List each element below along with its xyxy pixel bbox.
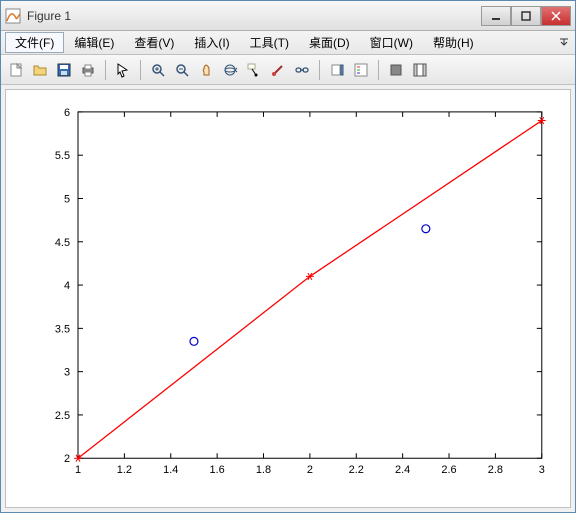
menu-desktop[interactable]: 桌面(D) — [299, 32, 360, 53]
svg-text:3: 3 — [64, 367, 70, 379]
svg-text:1.8: 1.8 — [256, 464, 271, 476]
svg-text:1.4: 1.4 — [163, 464, 178, 476]
svg-text:6: 6 — [64, 107, 70, 119]
print-button[interactable] — [77, 59, 99, 81]
link-data-button[interactable] — [291, 59, 313, 81]
close-button[interactable] — [541, 6, 571, 26]
svg-text:1: 1 — [75, 464, 81, 476]
insert-legend-button[interactable] — [350, 59, 372, 81]
window-title: Figure 1 — [27, 9, 481, 23]
svg-text:1.2: 1.2 — [117, 464, 132, 476]
svg-text:3: 3 — [539, 464, 545, 476]
edit-plot-button[interactable] — [112, 59, 134, 81]
zoom-in-button[interactable] — [147, 59, 169, 81]
axes[interactable]: 1 1.2 1.4 1.6 1.8 2 2.2 2.4 2.6 2.8 3 2 2.5 3 3.5 4 4.5 5… — [6, 90, 570, 507]
save-button[interactable] — [53, 59, 75, 81]
menu-edit[interactable]: 编辑(E) — [64, 32, 124, 53]
svg-text:2.5: 2.5 — [55, 410, 70, 422]
svg-text:4.5: 4.5 — [55, 237, 70, 249]
menu-file[interactable]: 文件(F) — [5, 32, 64, 53]
show-plot-tools-button[interactable] — [409, 59, 431, 81]
svg-text:2: 2 — [307, 464, 313, 476]
insert-colorbar-button[interactable] — [326, 59, 348, 81]
svg-text:2.8: 2.8 — [488, 464, 503, 476]
menu-tools[interactable]: 工具(T) — [240, 32, 299, 53]
new-figure-button[interactable] — [5, 59, 27, 81]
toolbar — [1, 55, 575, 85]
brush-button[interactable] — [267, 59, 289, 81]
menu-window[interactable]: 窗口(W) — [360, 32, 423, 53]
rotate-3d-button[interactable] — [219, 59, 241, 81]
menubar: 文件(F) 编辑(E) 查看(V) 插入(I) 工具(T) 桌面(D) 窗口(W… — [1, 31, 575, 55]
svg-text:1.6: 1.6 — [210, 464, 225, 476]
svg-text:3.5: 3.5 — [55, 323, 70, 335]
menu-help[interactable]: 帮助(H) — [423, 32, 484, 53]
figure-window: Figure 1 文件(F) 编辑(E) 查看(V) 插入(I) 工具(T) 桌… — [0, 0, 576, 513]
svg-text:2.4: 2.4 — [395, 464, 410, 476]
svg-text:2.2: 2.2 — [349, 464, 364, 476]
svg-text:2.6: 2.6 — [441, 464, 456, 476]
zoom-out-button[interactable] — [171, 59, 193, 81]
minimize-button[interactable] — [481, 6, 511, 26]
svg-text:4: 4 — [64, 280, 70, 292]
menu-insert[interactable]: 插入(I) — [184, 32, 239, 53]
svg-text:5: 5 — [64, 193, 70, 205]
figure-canvas[interactable]: 1 1.2 1.4 1.6 1.8 2 2.2 2.4 2.6 2.8 3 2 2.5 3 3.5 4 4.5 5… — [5, 89, 571, 508]
svg-text:5.5: 5.5 — [55, 150, 70, 162]
maximize-button[interactable] — [511, 6, 541, 26]
data-cursor-button[interactable] — [243, 59, 265, 81]
hide-plot-tools-button[interactable] — [385, 59, 407, 81]
open-button[interactable] — [29, 59, 51, 81]
pan-button[interactable] — [195, 59, 217, 81]
window-buttons — [481, 6, 571, 26]
svg-text:2: 2 — [64, 453, 70, 465]
titlebar[interactable]: Figure 1 — [1, 1, 575, 31]
matlab-figure-icon — [5, 8, 21, 24]
dock-icon[interactable] — [557, 36, 571, 50]
menu-view[interactable]: 查看(V) — [124, 32, 184, 53]
